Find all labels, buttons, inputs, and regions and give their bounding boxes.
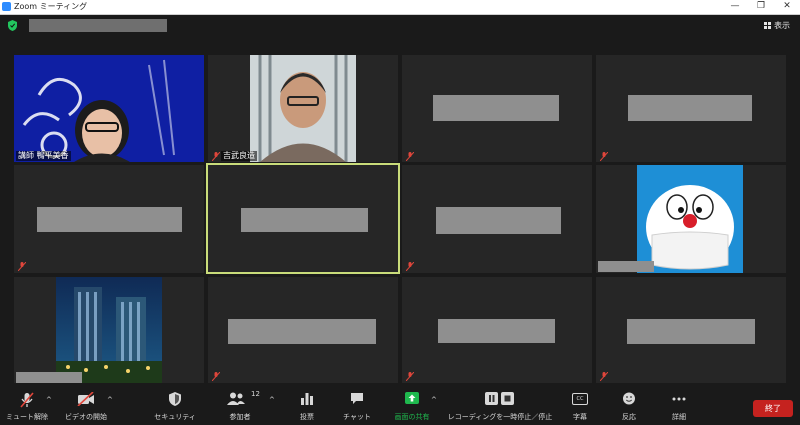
- grid-view-icon: [764, 22, 771, 29]
- end-meeting-button[interactable]: 終了: [753, 400, 793, 417]
- more-dots-icon: [672, 397, 686, 401]
- participant-name: 講師 鴨平美香: [16, 151, 71, 161]
- closed-captions-icon: CC: [572, 393, 588, 405]
- start-video-label: ビデオの開始: [65, 413, 107, 421]
- security-label: セキュリティ: [154, 413, 196, 421]
- mic-muted-icon: [406, 262, 414, 271]
- participant-name-redacted: [37, 207, 182, 232]
- meeting-info-redacted: [29, 19, 167, 32]
- mic-muted-icon: [212, 372, 220, 381]
- participant-video: [14, 55, 204, 162]
- participant-tile-6[interactable]: [206, 163, 400, 274]
- participant-name-redacted: [241, 208, 368, 232]
- participant-tile-3[interactable]: [402, 55, 592, 162]
- participant-video: [250, 55, 356, 162]
- close-button[interactable]: ✕: [774, 0, 800, 14]
- mic-muted-icon: [212, 152, 220, 161]
- participant-tile-12[interactable]: [596, 277, 786, 383]
- captions-label: 字幕: [573, 413, 587, 421]
- captions-button[interactable]: CC 字幕: [566, 385, 594, 425]
- chat-label: チャット: [343, 413, 371, 421]
- shield-icon[interactable]: [8, 20, 17, 31]
- video-options-chevron-icon[interactable]: ^: [107, 396, 113, 404]
- share-screen-label: 画面の共有: [394, 413, 430, 421]
- unmute-button[interactable]: ミュート解除: [4, 385, 50, 425]
- participant-tile-2[interactable]: 吉武良造: [208, 55, 398, 162]
- security-button[interactable]: セキュリティ: [150, 385, 200, 425]
- meeting-toolbar: ミュート解除 ^ ビデオの開始 ^ セキュリティ 12 参加者 ^ 投票 チャッ…: [0, 385, 800, 425]
- more-button[interactable]: 詳細: [664, 385, 694, 425]
- mic-muted-icon: [600, 372, 608, 381]
- participant-avatar-image: [637, 165, 743, 273]
- participant-name-redacted: [433, 95, 559, 121]
- zoom-app-icon: [2, 2, 11, 11]
- participant-name-redacted: [627, 319, 755, 344]
- polls-label: 投票: [300, 413, 314, 421]
- participant-tile-8[interactable]: [596, 165, 786, 273]
- participant-photo: [56, 277, 162, 383]
- share-screen-button[interactable]: 画面の共有: [388, 385, 436, 425]
- unmute-label: ミュート解除: [6, 413, 48, 421]
- restore-button[interactable]: ❐: [748, 0, 774, 14]
- view-button[interactable]: 表示: [760, 18, 794, 33]
- polls-button[interactable]: 投票: [290, 385, 324, 425]
- view-label: 表示: [774, 21, 790, 30]
- mic-muted-icon: [20, 392, 34, 408]
- share-screen-icon: [405, 392, 419, 404]
- reactions-button[interactable]: 反応: [614, 385, 644, 425]
- pause-stop-icon: [485, 392, 514, 405]
- participant-tile-10[interactable]: [208, 277, 398, 383]
- window-title: Zoom ミーティング: [14, 2, 88, 11]
- share-options-chevron-icon[interactable]: ^: [431, 396, 437, 404]
- participant-tile-11[interactable]: [402, 277, 592, 383]
- meeting-header: 表示: [0, 15, 800, 37]
- participant-name-redacted: [228, 319, 376, 344]
- chat-bubble-icon: [351, 393, 363, 404]
- participant-name-redacted: [598, 261, 654, 272]
- video-off-icon: [77, 392, 94, 406]
- audio-options-chevron-icon[interactable]: ^: [46, 396, 52, 404]
- participants-icon: [227, 392, 245, 405]
- participant-tile-1[interactable]: 講師 鴨平美香: [14, 55, 204, 162]
- chat-button[interactable]: チャット: [338, 385, 376, 425]
- participant-tile-5[interactable]: [14, 165, 204, 273]
- participants-count: 12: [251, 390, 260, 398]
- minimize-button[interactable]: —: [722, 0, 748, 14]
- security-shield-icon: [169, 392, 181, 406]
- polls-icon: [301, 393, 313, 405]
- participants-options-chevron-icon[interactable]: ^: [269, 396, 275, 404]
- participant-tile-4[interactable]: [596, 55, 786, 162]
- mic-muted-icon: [406, 372, 414, 381]
- reactions-label: 反応: [622, 413, 636, 421]
- participant-tile-9[interactable]: [14, 277, 204, 383]
- window-titlebar: Zoom ミーティング — ❐ ✕: [0, 0, 800, 15]
- participant-name-redacted: [628, 95, 752, 121]
- mic-muted-icon: [18, 262, 26, 271]
- mic-muted-icon: [406, 152, 414, 161]
- participant-tile-7[interactable]: [402, 165, 592, 273]
- participant-name-redacted: [438, 319, 555, 343]
- recording-pause-stop-button[interactable]: レコーディングを一時停止／停止: [446, 385, 554, 425]
- participant-name: 吉武良造: [221, 151, 257, 161]
- participants-label: 参加者: [229, 413, 251, 421]
- recording-label: レコーディングを一時停止／停止: [447, 413, 553, 421]
- participants-button[interactable]: 12 参加者: [218, 385, 262, 425]
- participant-name-redacted: [16, 372, 82, 383]
- more-label: 詳細: [672, 413, 686, 421]
- smiley-icon: [623, 392, 635, 405]
- mic-muted-icon: [600, 152, 608, 161]
- participant-name-redacted: [436, 207, 561, 234]
- start-video-button[interactable]: ビデオの開始: [60, 385, 112, 425]
